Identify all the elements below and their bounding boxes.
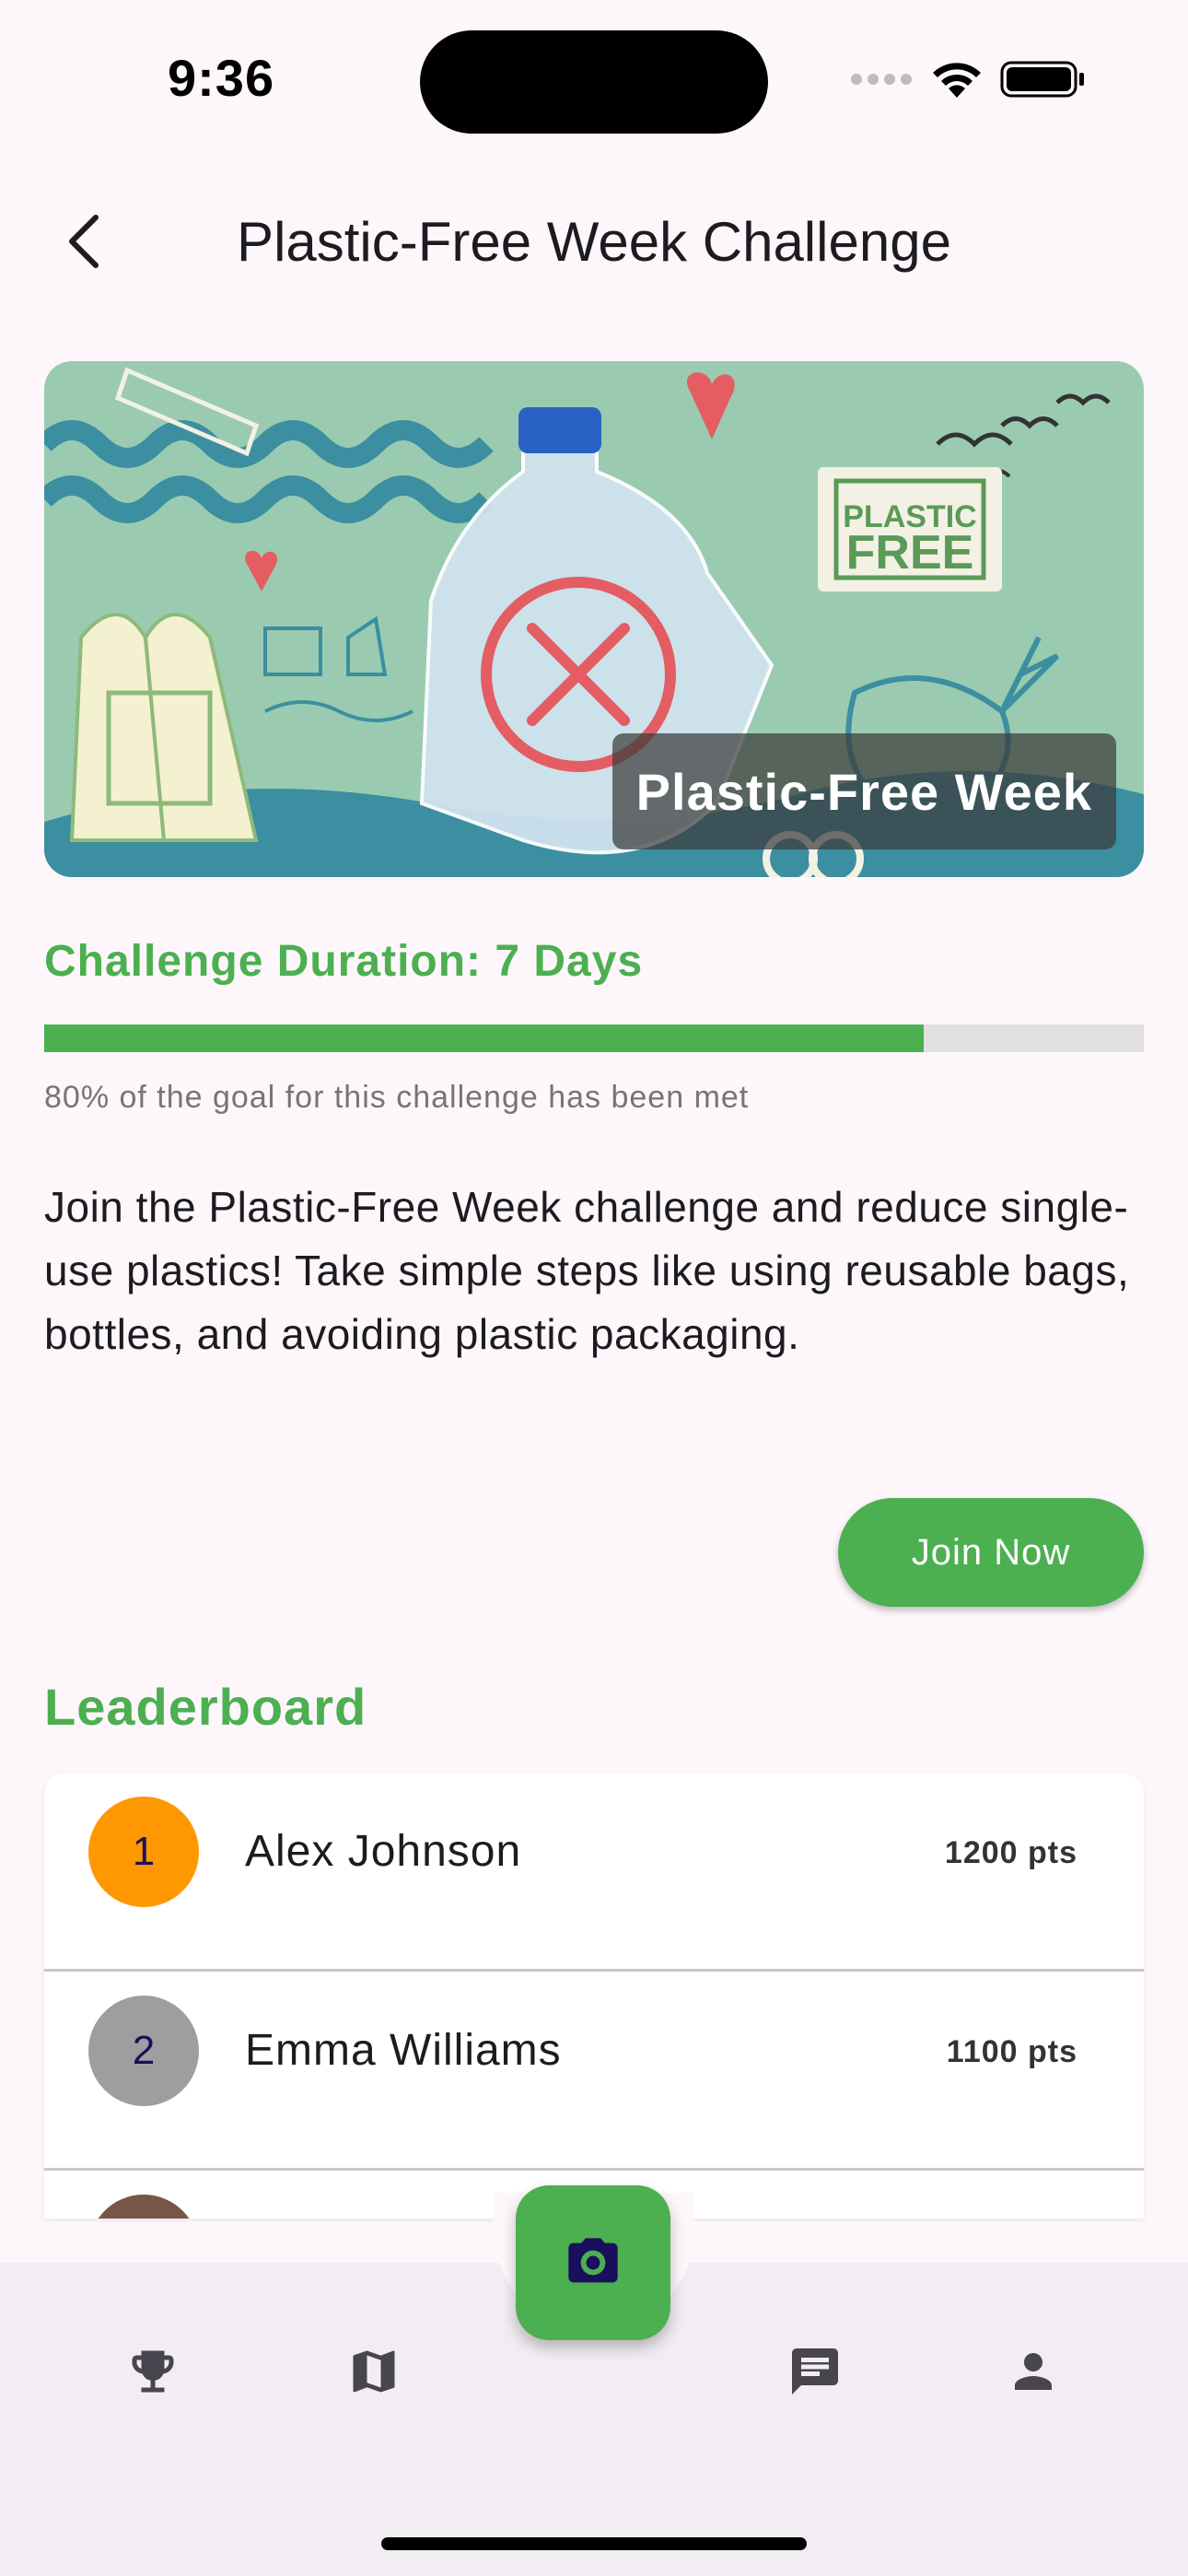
badge-text-2: FREE [846, 526, 974, 580]
battery-icon [1000, 61, 1084, 98]
app-bar: Plastic-Free Week Challenge [0, 184, 1188, 304]
player-points: 1100 pts [946, 2034, 1077, 2069]
home-indicator [381, 2537, 807, 2550]
rank-badge: 2 [88, 1996, 199, 2106]
chat-icon [792, 2348, 838, 2395]
leaderboard-list[interactable]: 1 Alex Johnson 1200 pts 2 Emma Williams … [44, 1773, 1144, 2219]
status-bar: 9:36 [0, 0, 1188, 147]
progress-note: 80% of the goal for this challenge has b… [44, 1080, 750, 1115]
leaderboard-title: Leaderboard [44, 1678, 367, 1736]
page-title: Plastic-Free Week Challenge [237, 211, 951, 273]
rank-badge: 3 [88, 2195, 199, 2219]
nav-trophy[interactable] [114, 2333, 192, 2410]
challenge-description: Join the Plastic-Free Week challenge and… [44, 1183, 1130, 1358]
player-points: 1200 pts [944, 1835, 1077, 1870]
map-icon [353, 2350, 395, 2393]
camera-icon [568, 2238, 618, 2283]
dynamic-island [420, 30, 768, 134]
banner-caption: Plastic-Free Week [611, 733, 1116, 849]
challenge-banner: PLASTIC FREE Plastic-Free Week [44, 361, 1144, 877]
join-now-button[interactable]: Join Now [838, 1498, 1144, 1607]
nav-profile[interactable] [995, 2333, 1072, 2410]
signal-icon [851, 74, 912, 85]
leaderboard-row[interactable]: 1 Alex Johnson 1200 pts [44, 1773, 1144, 1972]
status-time: 9:36 [168, 49, 275, 107]
challenge-duration: Challenge Duration: 7 Days [44, 937, 644, 986]
leaderboard-row[interactable]: 2 Emma Williams 1100 pts [44, 1972, 1144, 2171]
progress-bar [44, 1025, 1144, 1052]
rank-badge: 1 [88, 1797, 199, 1907]
progress-fill [44, 1025, 925, 1052]
camera-button[interactable] [516, 2185, 670, 2340]
player-name: Alex Johnson [245, 1827, 522, 1876]
person-icon [1015, 2353, 1052, 2390]
wifi-icon [933, 63, 981, 98]
status-icons [849, 57, 1087, 101]
player-name: Emma Williams [245, 2026, 562, 2075]
trophy-icon [132, 2350, 174, 2393]
nav-chat[interactable] [776, 2333, 854, 2410]
nav-map[interactable] [335, 2333, 413, 2410]
